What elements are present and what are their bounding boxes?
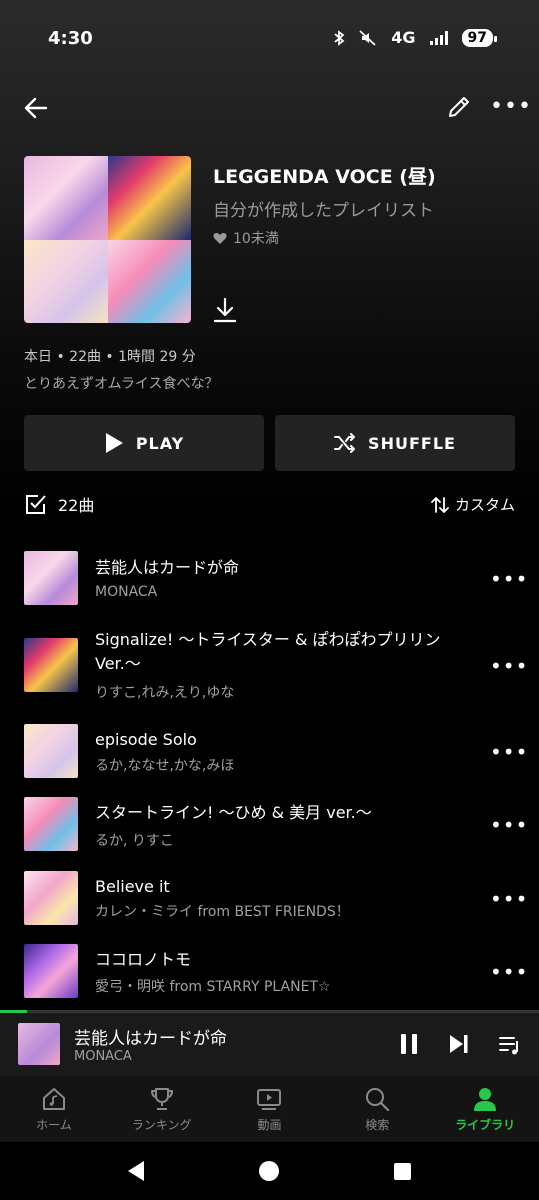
video-icon [257, 1089, 282, 1110]
system-home-icon[interactable] [259, 1161, 279, 1181]
playlist-description: とりあえずオムライス食べな？ [24, 376, 219, 392]
playlist-artwork [24, 156, 191, 323]
track-title: Believe it [95, 877, 170, 896]
nav-search-label: 検索 [365, 1118, 390, 1132]
checkbox-icon [26, 495, 46, 514]
trophy-icon [150, 1088, 173, 1110]
track-artist: カレン・ミライ from BEST FRIENDS！ [95, 904, 350, 920]
track-title: ココロノトモ [95, 950, 192, 969]
status-time: 4:30 [48, 28, 93, 49]
status-icons: 4G 97 [333, 28, 498, 47]
track-artwork [24, 724, 78, 778]
track-row[interactable]: Believe it カレン・ミライ from BEST FRIENDS！ ••… [0, 871, 539, 931]
nav-ranking[interactable]: ランキング [108, 1076, 216, 1142]
nav-video[interactable]: 動画 [216, 1076, 324, 1142]
likes-count: 10未満 [213, 228, 279, 248]
likes-label: 10未満 [233, 231, 279, 247]
bluetooth-icon [334, 29, 345, 46]
track-artist: るか, りすこ [95, 833, 174, 849]
track-artist: りすこ,れみ,えり,ゆな [95, 685, 235, 701]
track-artwork [24, 638, 78, 692]
track-artist: るか,ななせ,かな,みほ [95, 758, 235, 774]
track-more-icon[interactable]: ••• [490, 742, 528, 762]
queue-icon[interactable] [498, 1033, 522, 1057]
shuffle-icon [334, 433, 356, 453]
play-button[interactable]: PLAY [24, 415, 264, 471]
play-icon [105, 433, 123, 453]
track-more-icon[interactable]: ••• [490, 889, 528, 909]
play-label: PLAY [135, 433, 185, 453]
track-title: Signalize! 〜トライスター & ぽわぽわプリリン Ver.〜 [95, 630, 441, 673]
playlist-title: LEGGENDA VOCE (昼) [213, 166, 436, 188]
network-type: 4G [391, 28, 416, 47]
track-row[interactable]: スタートライン! 〜ひめ & 美月 ver.〜 るか, りすこ ••• [0, 797, 539, 857]
nav-home-label: ホーム [36, 1118, 72, 1132]
nav-search[interactable]: 検索 [323, 1076, 431, 1142]
track-artwork [24, 797, 78, 851]
back-arrow-icon[interactable] [20, 92, 52, 124]
track-title: episode Solo [95, 730, 197, 749]
nav-library[interactable]: ライブラリ [431, 1076, 539, 1142]
nav-library-label: ライブラリ [455, 1118, 516, 1132]
now-playing-title: 芸能人はカードが命 [74, 1029, 227, 1049]
track-artwork [24, 944, 78, 998]
track-count: 22曲 [58, 496, 95, 515]
track-artist: MONACA [95, 584, 158, 600]
signal-icon [429, 30, 448, 45]
track-row[interactable]: episode Solo るか,ななせ,かな,みほ ••• [0, 724, 539, 784]
track-artist: 愛弓・明咲 from STARRY PLANET☆ [95, 979, 331, 995]
system-recents-icon[interactable] [394, 1163, 411, 1180]
pause-icon[interactable] [399, 1033, 419, 1055]
nav-home[interactable]: ホーム [0, 1076, 108, 1142]
artwork-tile [24, 239, 108, 323]
artwork-tile [24, 156, 108, 240]
track-row[interactable]: ココロノトモ 愛弓・明咲 from STARRY PLANET☆ ••• [0, 944, 539, 1004]
now-playing-artwork [18, 1023, 60, 1065]
track-more-icon[interactable]: ••• [490, 815, 528, 835]
skip-next-icon[interactable] [448, 1033, 470, 1055]
nav-video-label: 動画 [257, 1118, 282, 1132]
library-person-icon [474, 1088, 497, 1111]
more-options-icon[interactable]: ••• [490, 96, 532, 118]
track-row[interactable]: Signalize! 〜トライスター & ぽわぽわプリリン Ver.〜 りすこ,… [0, 628, 539, 708]
track-artwork [24, 551, 78, 605]
home-music-icon [42, 1088, 65, 1110]
battery-indicator: 97 [461, 28, 498, 47]
artwork-tile [107, 156, 191, 240]
select-tracks-toggle[interactable]: 22曲 [24, 492, 94, 516]
playback-progress [0, 1010, 539, 1013]
search-icon [366, 1088, 390, 1112]
track-more-icon[interactable]: ••• [490, 569, 528, 589]
playback-progress-fill [0, 1010, 27, 1013]
system-nav-bar [0, 1142, 539, 1200]
track-artwork [24, 871, 78, 925]
shuffle-button[interactable]: SHUFFLE [275, 415, 515, 471]
download-icon[interactable] [212, 296, 238, 324]
shuffle-label: SHUFFLE [368, 433, 456, 453]
now-playing-artist: MONACA [74, 1049, 132, 1064]
pencil-edit-icon[interactable] [446, 94, 472, 120]
heart-icon [213, 232, 227, 244]
track-more-icon[interactable]: ••• [490, 962, 528, 982]
playlist-owner: 自分が作成したプレイリスト [213, 201, 434, 221]
artwork-tile [107, 239, 191, 323]
track-title: スタートライン! 〜ひめ & 美月 ver.〜 [95, 803, 372, 822]
playlist-meta: 本日 • 22曲 • 1時間 29 分 [24, 349, 196, 365]
track-title: 芸能人はカードが命 [95, 558, 240, 577]
nav-ranking-label: ランキング [131, 1118, 192, 1132]
sort-label: カスタム [454, 496, 515, 514]
system-back-icon[interactable] [126, 1160, 146, 1182]
mini-player[interactable]: 芸能人はカードが命 MONACA [0, 1010, 539, 1076]
mute-icon [359, 29, 376, 46]
sort-button[interactable]: カスタム [431, 494, 515, 515]
track-more-icon[interactable]: ••• [490, 656, 528, 676]
sort-icon [431, 496, 449, 513]
track-row[interactable]: 芸能人はカードが命 MONACA ••• [0, 551, 539, 611]
bottom-nav: ホーム ランキング 動画 検索 ライブラリ [0, 1076, 539, 1142]
